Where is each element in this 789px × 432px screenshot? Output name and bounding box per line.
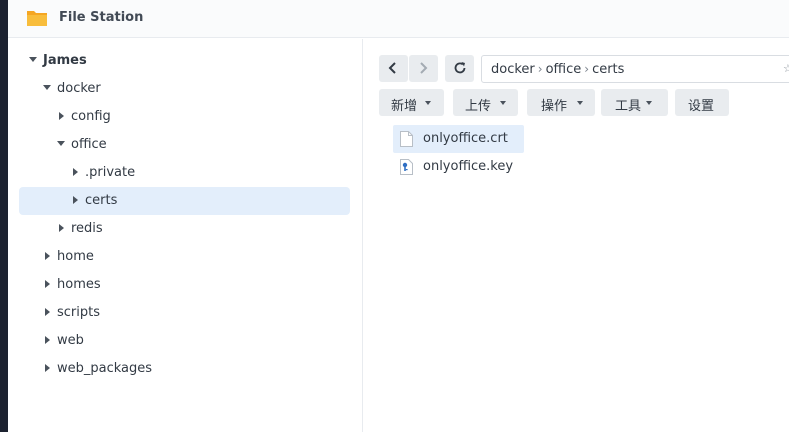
tree-item-scripts[interactable]: scripts xyxy=(19,299,350,327)
key-file-icon xyxy=(400,159,413,175)
tree-item-label: web_packages xyxy=(57,361,153,376)
breadcrumb-item[interactable]: docker xyxy=(491,62,535,77)
settings-button[interactable]: 设置 xyxy=(675,89,729,116)
chevron-right-icon[interactable] xyxy=(45,280,50,288)
tree-item-label: .private xyxy=(85,165,136,180)
chevron-right-icon[interactable] xyxy=(59,112,64,120)
tree-item-web[interactable]: web xyxy=(19,327,350,355)
tools-button[interactable]: 工具 xyxy=(601,89,668,116)
breadcrumb-item[interactable]: office xyxy=(546,62,582,77)
tree-item-config[interactable]: config xyxy=(19,103,350,131)
back-button[interactable] xyxy=(379,55,408,82)
chevron-down-icon[interactable] xyxy=(57,141,65,146)
tree-item-redis[interactable]: redis xyxy=(19,215,350,243)
tree-item-label: homes xyxy=(57,277,101,292)
tree-item-office[interactable]: office xyxy=(19,131,350,159)
chevron-right-icon[interactable] xyxy=(45,308,50,316)
forward-button[interactable] xyxy=(409,55,438,82)
tree-item-label: certs xyxy=(85,193,118,208)
chevron-right-icon[interactable] xyxy=(45,336,50,344)
tree-item-label: web xyxy=(57,333,84,348)
file-panel: docker›office›certs ☆ 新增 上传 操作 工具 设置 xyxy=(364,39,789,432)
file-name: onlyoffice.crt xyxy=(423,131,508,146)
tree-item-label: redis xyxy=(71,221,103,236)
tree-item-private[interactable]: .private xyxy=(19,159,350,187)
tree-item-certs[interactable]: certs xyxy=(19,187,350,215)
action-button[interactable]: 操作 xyxy=(527,89,595,116)
breadcrumb: docker › office › certs xyxy=(491,62,624,77)
refresh-button[interactable] xyxy=(445,55,474,82)
folder-app-icon xyxy=(27,11,47,26)
tools-button-label: 工具 xyxy=(615,99,642,114)
caret-down-icon xyxy=(500,101,506,105)
caret-down-icon xyxy=(577,101,583,105)
action-button-label: 操作 xyxy=(541,99,568,114)
breadcrumb-separator-icon: › xyxy=(537,62,543,76)
chevron-right-icon[interactable] xyxy=(73,196,78,204)
chevron-left-icon xyxy=(388,62,396,74)
folder-tree: James docker config office .private cert… xyxy=(8,39,363,432)
settings-button-label: 设置 xyxy=(688,99,715,114)
tree-item-homes[interactable]: homes xyxy=(19,271,350,299)
star-icon[interactable]: ☆ xyxy=(783,62,789,75)
tree-item-label: scripts xyxy=(57,305,100,320)
caret-down-icon xyxy=(425,101,431,105)
breadcrumb-item[interactable]: certs xyxy=(592,62,624,77)
chevron-right-icon[interactable] xyxy=(73,168,78,176)
file-row[interactable]: onlyoffice.key xyxy=(393,153,524,181)
chevron-right-icon xyxy=(420,62,428,74)
upload-button[interactable]: 上传 xyxy=(453,89,518,116)
file-station-window: File Station James docker config office … xyxy=(8,0,789,432)
refresh-icon xyxy=(454,62,466,74)
upload-button-label: 上传 xyxy=(465,99,492,114)
file-row[interactable]: onlyoffice.crt xyxy=(393,125,524,153)
tree-item-label: config xyxy=(71,109,111,124)
path-bar[interactable]: docker › office › certs ☆ xyxy=(481,55,789,83)
tree-item-web-packages[interactable]: web_packages xyxy=(19,355,350,383)
file-name: onlyoffice.key xyxy=(423,159,514,174)
title-bar: File Station xyxy=(8,0,789,38)
create-button-label: 新增 xyxy=(391,99,418,114)
tree-item-james[interactable]: James xyxy=(19,47,350,75)
create-button[interactable]: 新增 xyxy=(379,89,444,116)
tree-item-label: James xyxy=(43,53,87,68)
document-icon xyxy=(400,131,413,147)
breadcrumb-separator-icon: › xyxy=(584,62,590,76)
tree-item-home[interactable]: home xyxy=(19,243,350,271)
chevron-right-icon[interactable] xyxy=(59,224,64,232)
tree-item-label: office xyxy=(71,137,107,152)
chevron-right-icon[interactable] xyxy=(45,364,50,372)
chevron-down-icon[interactable] xyxy=(43,85,51,90)
tree-item-label: docker xyxy=(57,81,101,96)
tree-item-label: home xyxy=(57,249,94,264)
app-title: File Station xyxy=(59,10,144,25)
caret-down-icon xyxy=(646,101,652,105)
tree-item-docker[interactable]: docker xyxy=(19,75,350,103)
chevron-down-icon[interactable] xyxy=(29,57,37,62)
chevron-right-icon[interactable] xyxy=(45,252,50,260)
